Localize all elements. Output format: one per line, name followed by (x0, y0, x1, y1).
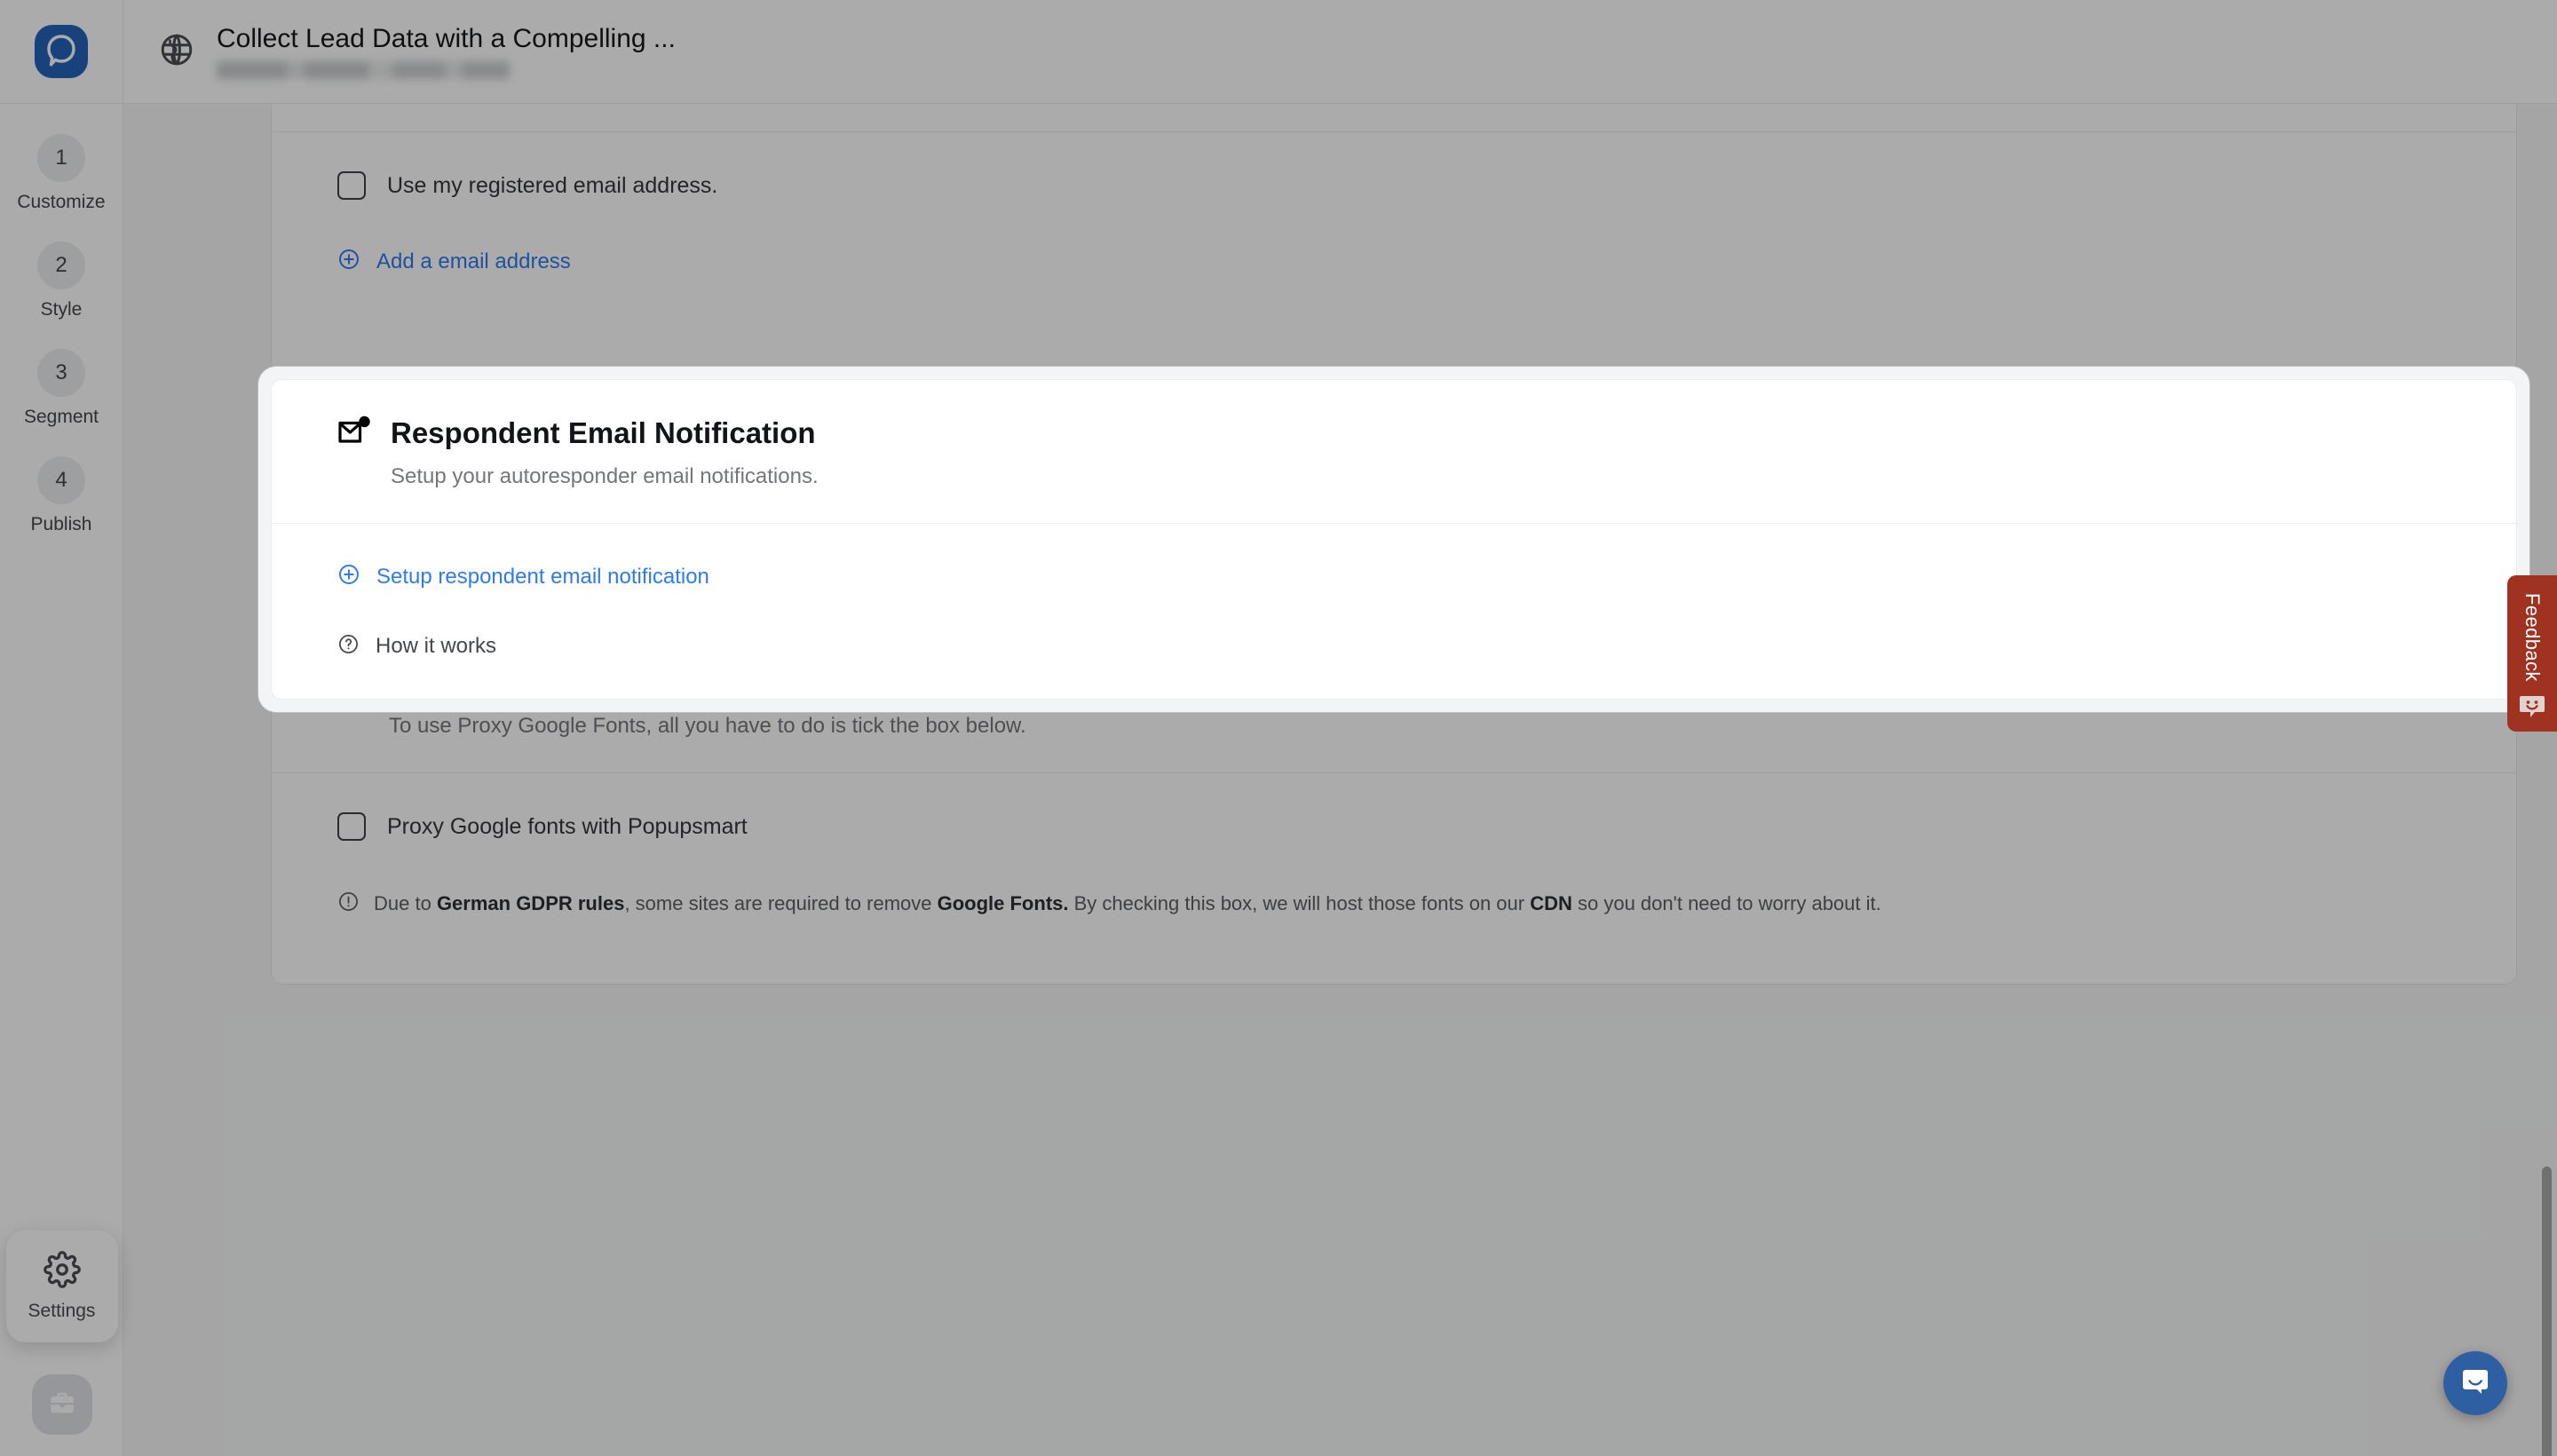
step-label-style: Style (40, 299, 83, 320)
respondent-card-head: Respondent Email Notification Setup your… (272, 380, 2516, 524)
gdpr-note-b2: Google Fonts. (937, 892, 1069, 914)
page-title: Collect Lead Data with a Compelling ... (217, 24, 676, 53)
settings-scroll-area: Receive an email notification each time … (123, 104, 2557, 1456)
sidebar-item-customize[interactable]: 1 Customize (0, 134, 123, 213)
left-sidebar: 1 Customize 2 Style 3 Segment 4 Publish (0, 0, 123, 1456)
globe-icon (158, 31, 195, 73)
sidebar-logo[interactable] (0, 0, 123, 104)
intercom-launcher-button[interactable] (2443, 1351, 2507, 1415)
use-registered-email-row[interactable]: Use my registered email address. (337, 171, 2450, 200)
google-fonts-card-body: Proxy Google fonts with Popupsmart Due t… (272, 773, 2516, 956)
gdpr-note-b3: CDN (1530, 892, 1572, 914)
briefcase-button[interactable] (31, 1374, 92, 1435)
use-registered-email-checkbox[interactable] (337, 171, 366, 200)
smiley-chat-icon (2519, 694, 2545, 724)
gdpr-note-text: Due to German GDPR rules, some sites are… (374, 890, 1881, 917)
sidebar-bottom: Settings (0, 1230, 123, 1456)
proxy-google-fonts-label: Proxy Google fonts with Popupsmart (387, 813, 748, 839)
settings-label: Settings (28, 1301, 96, 1321)
google-fonts-subtitle: To use Proxy Google Fonts, all you have … (389, 714, 1026, 738)
add-email-address-link[interactable]: Add a email address (337, 248, 571, 275)
email-notification-card-body: Use my registered email address. Add a e… (272, 132, 2516, 314)
respondent-email-notification-card: Respondent Email Notification Setup your… (258, 367, 2529, 712)
top-bar: Collect Lead Data with a Compelling ... (123, 0, 2557, 104)
vertical-scrollbar-thumb[interactable] (2542, 1167, 2552, 1456)
exclamation-circle-icon (337, 890, 360, 917)
gdpr-note-p1: Due to (374, 892, 437, 914)
email-notification-card-head: Receive an email notification each time … (272, 104, 2516, 132)
how-it-works-link[interactable]: How it works (337, 633, 496, 660)
respondent-card-body: Setup respondent email notification How … (272, 524, 2516, 699)
gdpr-note-b1: German GDPR rules (436, 892, 625, 914)
sidebar-steps: 1 Customize 2 Style 3 Segment 4 Publish (0, 104, 123, 535)
page-subtitle-redacted (217, 61, 510, 79)
app-root: 1 Customize 2 Style 3 Segment 4 Publish (0, 0, 2557, 1456)
plus-circle-icon (337, 563, 360, 590)
popupsmart-logo-icon (35, 25, 88, 78)
gdpr-note-p3: By checking this box, we will host those… (1068, 892, 1531, 914)
proxy-google-fonts-row[interactable]: Proxy Google fonts with Popupsmart (337, 812, 2450, 841)
question-circle-icon (337, 633, 360, 660)
respondent-card-subtitle: Setup your autoresponder email notificat… (391, 464, 819, 488)
respondent-card-title: Respondent Email Notification (391, 415, 816, 449)
feedback-tab[interactable]: Feedback (2507, 575, 2557, 732)
step-number-4: 4 (37, 456, 85, 504)
add-email-address-label: Add a email address (376, 249, 571, 273)
sidebar-item-style[interactable]: 2 Style (0, 241, 123, 320)
vertical-scrollbar-track[interactable] (2541, 208, 2553, 1456)
envelope-notification-icon (337, 415, 371, 450)
settings-button[interactable]: Settings (5, 1230, 118, 1342)
sidebar-item-segment[interactable]: 3 Segment (0, 349, 123, 428)
setup-respondent-email-notification-link[interactable]: Setup respondent email notification (337, 563, 709, 590)
plus-circle-icon (337, 248, 360, 275)
step-label-customize: Customize (17, 192, 106, 212)
briefcase-icon (47, 1388, 77, 1422)
step-number-1: 1 (37, 134, 85, 182)
proxy-google-fonts-checkbox[interactable] (337, 812, 366, 841)
feedback-label: Feedback (2521, 593, 2544, 682)
gdpr-note-p4: so you don't need to worry about it. (1571, 892, 1881, 914)
sidebar-item-publish[interactable]: 4 Publish (0, 456, 123, 535)
email-notification-card: Receive an email notification each time … (271, 104, 2517, 374)
setup-respondent-email-notification-label: Setup respondent email notification (376, 564, 709, 589)
gear-icon (43, 1251, 81, 1293)
how-it-works-label: How it works (376, 634, 497, 658)
gdpr-note: Due to German GDPR rules, some sites are… (337, 890, 2450, 917)
step-number-2: 2 (37, 241, 85, 289)
chat-bubble-icon (2459, 1365, 2491, 1402)
gdpr-note-p2: , some sites are required to remove (624, 892, 938, 914)
step-number-3: 3 (37, 349, 85, 397)
step-label-publish: Publish (30, 514, 92, 534)
step-label-segment: Segment (23, 407, 99, 427)
use-registered-email-label: Use my registered email address. (387, 172, 718, 198)
